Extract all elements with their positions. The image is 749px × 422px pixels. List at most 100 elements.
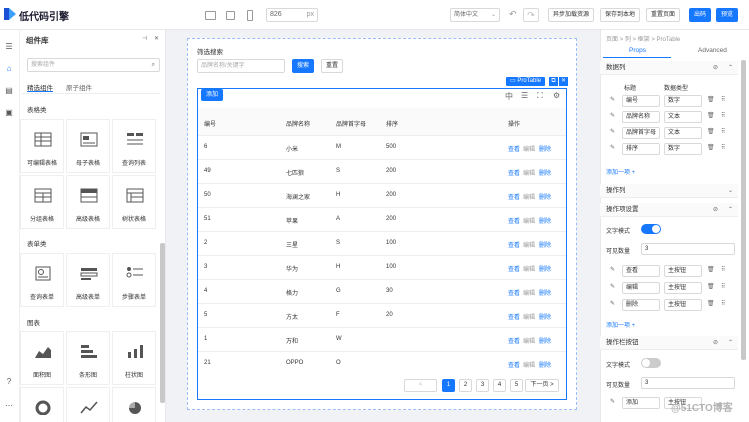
collapse-icon[interactable]: ⌃ bbox=[728, 206, 733, 213]
delete-link[interactable]: 删除 bbox=[539, 312, 551, 321]
edit-icon[interactable]: ✎ bbox=[610, 283, 615, 290]
action-column-header[interactable]: 操作列 bbox=[600, 184, 738, 198]
reset-page-button[interactable]: 重置页面 bbox=[646, 8, 681, 22]
view-link[interactable]: 查看 bbox=[508, 312, 520, 321]
comp-step-form[interactable]: 步骤表单 bbox=[112, 253, 156, 307]
redo-icon[interactable]: ↷ bbox=[523, 8, 539, 22]
edit-link[interactable]: 编辑 bbox=[523, 360, 535, 369]
edit-link[interactable]: 编辑 bbox=[523, 144, 535, 153]
view-link[interactable]: 查看 bbox=[508, 288, 520, 297]
trash-icon[interactable]: 🗑 bbox=[707, 283, 715, 290]
delete-link[interactable]: 删除 bbox=[539, 288, 551, 297]
tab-atomic[interactable]: 原子组件 bbox=[66, 82, 92, 92]
variable-bind-icon[interactable]: ⊘ bbox=[713, 64, 718, 71]
column-settings-icon[interactable]: ☰ bbox=[521, 91, 528, 100]
edit-link[interactable]: 编辑 bbox=[523, 336, 535, 345]
pin-icon[interactable]: ⊣ bbox=[142, 35, 147, 42]
drag-handle-icon[interactable]: ⠿ bbox=[721, 283, 725, 290]
comp-editable-table[interactable]: 可编辑表格 bbox=[20, 119, 64, 173]
edit-icon[interactable]: ✎ bbox=[610, 300, 615, 307]
expand-icon[interactable]: ⌄ bbox=[728, 187, 733, 194]
datasource-icon[interactable]: ▤ bbox=[4, 86, 14, 96]
delete-link[interactable]: 删除 bbox=[539, 168, 551, 177]
pagination-prev[interactable]: < bbox=[404, 379, 437, 392]
delete-component-icon[interactable]: ✕ bbox=[559, 77, 568, 86]
pagination-next[interactable]: 下一页 > bbox=[525, 379, 559, 392]
search-button[interactable]: 搜索 bbox=[292, 59, 315, 73]
column-title-input[interactable]: 编号 bbox=[622, 95, 660, 107]
view-link[interactable]: 查看 bbox=[508, 264, 520, 273]
action-type-select[interactable]: 主按钮 bbox=[664, 282, 702, 294]
edit-link[interactable]: 编辑 bbox=[523, 168, 535, 177]
settings-scrollbar[interactable] bbox=[741, 60, 746, 360]
drag-handle-icon[interactable]: ⠿ bbox=[721, 266, 725, 273]
delete-link[interactable]: 删除 bbox=[539, 216, 551, 225]
edit-icon[interactable]: ✎ bbox=[610, 96, 615, 103]
edit-link[interactable]: 编辑 bbox=[523, 192, 535, 201]
trash-icon[interactable]: 🗑 bbox=[707, 144, 715, 151]
canvas-width-input[interactable]: 826 px bbox=[266, 8, 318, 22]
edit-icon[interactable]: ✎ bbox=[610, 128, 615, 135]
fullscreen-icon[interactable]: ⛶ bbox=[537, 91, 543, 101]
text-mode-toggle[interactable] bbox=[641, 224, 661, 234]
view-link[interactable]: 查看 bbox=[508, 336, 520, 345]
drag-handle-icon[interactable]: ⠿ bbox=[721, 300, 725, 307]
comp-master-detail-table[interactable]: 母子表格 bbox=[66, 119, 110, 173]
column-title-input[interactable]: 品牌首字母 bbox=[622, 127, 660, 139]
delete-link[interactable]: 删除 bbox=[539, 336, 551, 345]
edit-link[interactable]: 编辑 bbox=[523, 288, 535, 297]
comp-area-chart[interactable]: 面积图 bbox=[20, 331, 64, 385]
delete-link[interactable]: 删除 bbox=[539, 264, 551, 273]
component-library-icon[interactable]: ⌂ bbox=[4, 64, 14, 74]
action-title-input[interactable]: 查看 bbox=[622, 265, 660, 277]
undo-icon[interactable]: ↶ bbox=[509, 9, 517, 20]
column-title-input[interactable]: 排序 bbox=[622, 143, 660, 155]
trash-icon[interactable]: 🗑 bbox=[707, 266, 715, 273]
density-icon[interactable]: 中 bbox=[505, 91, 513, 102]
code-editor-icon[interactable]: ▣ bbox=[4, 108, 14, 118]
view-link[interactable]: 查看 bbox=[508, 240, 520, 249]
visible-count-input[interactable]: 3 bbox=[641, 243, 735, 255]
comp-query-form[interactable]: 查询表单 bbox=[20, 253, 64, 307]
view-link[interactable]: 查看 bbox=[508, 192, 520, 201]
close-icon[interactable]: ✕ bbox=[154, 35, 159, 42]
async-load-button[interactable]: 异步加载资源 bbox=[548, 8, 595, 22]
brand-search-input[interactable]: 品牌名称/关键字 bbox=[197, 59, 285, 73]
action-title-input[interactable]: 编辑 bbox=[622, 282, 660, 294]
comp-advanced-table[interactable]: 高级表格 bbox=[66, 175, 110, 229]
action-title-input[interactable]: 删除 bbox=[622, 299, 660, 311]
comp-tree-table[interactable]: 树状表格 bbox=[112, 175, 156, 229]
comp-pie-chart[interactable] bbox=[112, 387, 156, 422]
view-link[interactable]: 查看 bbox=[508, 216, 520, 225]
column-type-select[interactable]: 文本 bbox=[664, 127, 702, 139]
drag-handle-icon[interactable]: ⠿ bbox=[721, 112, 725, 119]
view-link[interactable]: 查看 bbox=[508, 144, 520, 153]
toolbar-visible-count-input[interactable]: 3 bbox=[641, 377, 735, 389]
variable-bind-icon[interactable]: ⊘ bbox=[713, 339, 718, 346]
comp-ring-chart[interactable] bbox=[20, 387, 64, 422]
export-code-button[interactable]: 出码 bbox=[689, 8, 712, 22]
toolbar-title-input[interactable]: 添加 bbox=[622, 397, 660, 409]
edit-link[interactable]: 编辑 bbox=[523, 264, 535, 273]
toolbar-text-mode-toggle[interactable] bbox=[641, 358, 661, 368]
edit-icon[interactable]: ✎ bbox=[610, 266, 615, 273]
delete-link[interactable]: 删除 bbox=[539, 192, 551, 201]
edit-link[interactable]: 编辑 bbox=[523, 312, 535, 321]
comp-column-chart[interactable]: 柱状图 bbox=[112, 331, 156, 385]
edit-icon[interactable]: ✎ bbox=[610, 398, 615, 405]
comp-query-list[interactable]: 查询列表 bbox=[112, 119, 156, 173]
page-4[interactable]: 4 bbox=[493, 379, 506, 392]
action-type-select[interactable]: 主按钮 bbox=[664, 265, 702, 277]
collapse-icon[interactable]: ⌃ bbox=[728, 64, 733, 71]
page-2[interactable]: 2 bbox=[459, 379, 472, 392]
page-1[interactable]: 1 bbox=[442, 379, 455, 392]
delete-link[interactable]: 删除 bbox=[539, 360, 551, 369]
column-type-select[interactable]: 文本 bbox=[664, 111, 702, 123]
tab-advanced[interactable]: Advanced bbox=[698, 47, 727, 54]
add-action-link[interactable]: 添加一项 + bbox=[606, 320, 635, 329]
delete-link[interactable]: 删除 bbox=[539, 240, 551, 249]
preview-button[interactable]: 预览 bbox=[716, 8, 739, 22]
drag-handle-icon[interactable]: ⠿ bbox=[721, 128, 725, 135]
delete-link[interactable]: 删除 bbox=[539, 144, 551, 153]
page-3[interactable]: 3 bbox=[476, 379, 489, 392]
